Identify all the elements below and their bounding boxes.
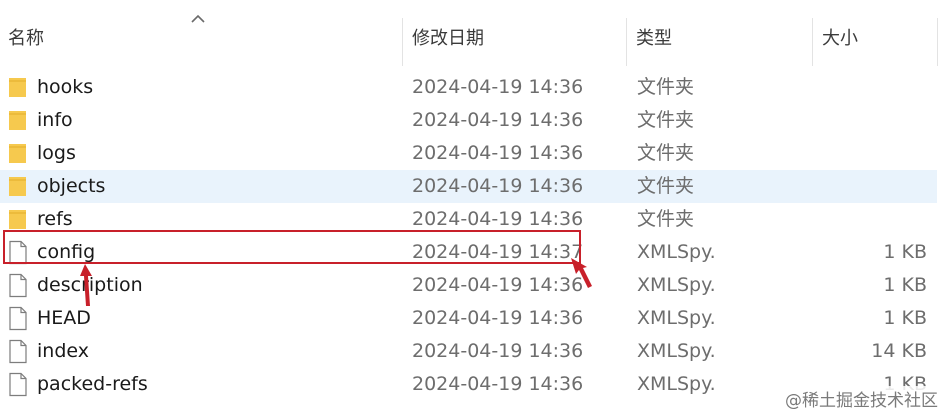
file-name: info — [37, 109, 73, 131]
file-name: index — [37, 340, 89, 362]
file-icon — [8, 273, 28, 298]
red-arrow-icon — [571, 258, 592, 288]
column-divider[interactable] — [812, 18, 813, 66]
column-header-type-label: 类型 — [636, 28, 672, 49]
file-row[interactable]: objects 2024-04-19 14:36 文件夹 — [0, 170, 937, 203]
folder-icon — [8, 207, 28, 232]
file-type: XMLSpy. — [637, 307, 716, 329]
watermark: @稀土掘金技术社区 — [782, 386, 941, 411]
file-icon — [8, 339, 28, 364]
column-header-bar: 名称 修改日期 类型 大小 — [0, 0, 947, 66]
file-row[interactable]: index 2024-04-19 14:36 XMLSpy. 14 KB — [0, 335, 937, 368]
file-type: XMLSpy. — [637, 274, 716, 296]
column-header-size[interactable]: 大小 — [814, 0, 937, 66]
file-icon — [8, 372, 28, 397]
file-explorer: 名称 修改日期 类型 大小 hooks 2024-04-19 14:36 文件夹 in… — [0, 0, 947, 415]
file-type: 文件夹 — [637, 208, 695, 230]
column-header-type[interactable]: 类型 — [628, 0, 812, 66]
file-modified-date: 2024-04-19 14:36 — [412, 76, 584, 98]
file-modified-date: 2024-04-19 14:36 — [412, 307, 584, 329]
file-name: hooks — [37, 76, 94, 98]
folder-icon — [8, 141, 28, 166]
column-divider[interactable] — [626, 18, 627, 66]
file-size: 1 KB — [883, 307, 927, 329]
column-divider[interactable] — [402, 18, 403, 66]
column-header-date-label: 修改日期 — [412, 28, 484, 49]
file-icon — [8, 306, 28, 331]
file-type: 文件夹 — [637, 175, 695, 197]
file-modified-date: 2024-04-19 14:36 — [412, 274, 584, 296]
file-name: logs — [37, 142, 76, 164]
file-row[interactable]: description 2024-04-19 14:36 XMLSpy. 1 KB — [0, 269, 937, 302]
red-arrow-icon — [80, 264, 92, 306]
file-row[interactable]: info 2024-04-19 14:36 文件夹 — [0, 104, 937, 137]
file-row[interactable]: hooks 2024-04-19 14:36 文件夹 — [0, 71, 937, 104]
file-modified-date: 2024-04-19 14:36 — [412, 175, 584, 197]
file-size: 14 KB — [871, 340, 927, 362]
column-header-name[interactable]: 名称 — [0, 0, 402, 66]
file-modified-date: 2024-04-19 14:36 — [412, 109, 584, 131]
file-size: 1 KB — [883, 241, 927, 263]
annotation-highlight-box — [3, 230, 581, 264]
file-modified-date: 2024-04-19 14:36 — [412, 142, 584, 164]
file-modified-date: 2024-04-19 14:36 — [412, 373, 584, 395]
column-header-size-label: 大小 — [822, 28, 858, 49]
file-type: 文件夹 — [637, 76, 695, 98]
folder-icon — [8, 108, 28, 133]
file-name: objects — [37, 175, 106, 197]
file-size: 1 KB — [883, 274, 927, 296]
column-divider[interactable] — [937, 18, 938, 66]
folder-icon — [8, 174, 28, 199]
file-modified-date: 2024-04-19 14:36 — [412, 340, 584, 362]
file-type: 文件夹 — [637, 109, 695, 131]
file-type: XMLSpy. — [637, 340, 716, 362]
file-row[interactable]: HEAD 2024-04-19 14:36 XMLSpy. 1 KB — [0, 302, 937, 335]
folder-icon — [8, 75, 28, 100]
column-header-name-label: 名称 — [8, 28, 44, 49]
file-type: XMLSpy. — [637, 241, 716, 263]
file-name: packed-refs — [37, 373, 148, 395]
file-row[interactable]: logs 2024-04-19 14:36 文件夹 — [0, 137, 937, 170]
file-type: XMLSpy. — [637, 373, 716, 395]
file-type: 文件夹 — [637, 142, 695, 164]
column-header-date[interactable]: 修改日期 — [404, 0, 626, 66]
